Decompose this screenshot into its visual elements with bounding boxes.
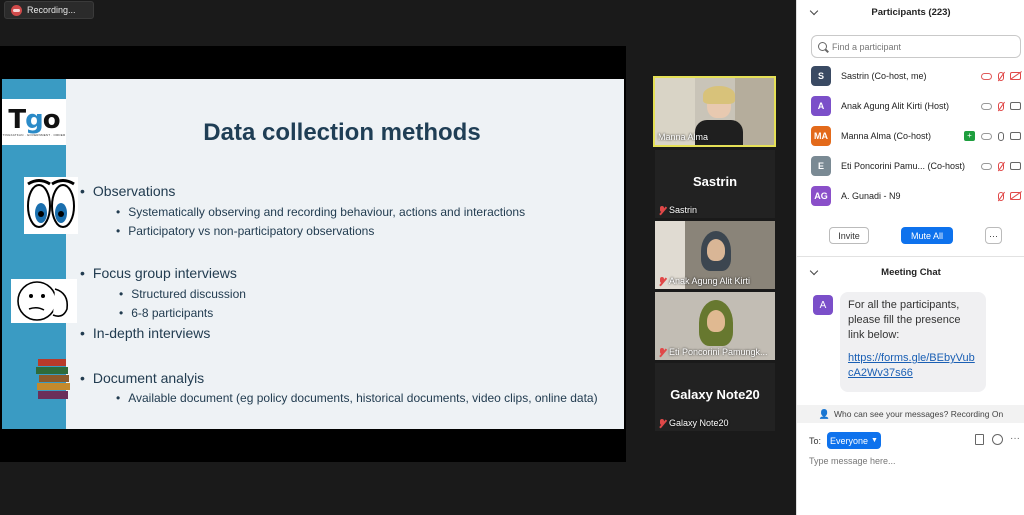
avatar: A: [811, 96, 831, 116]
avatar: MA: [811, 126, 831, 146]
tile-name: Galaxy Note20: [658, 418, 729, 428]
tile-big-name: Sastrin: [692, 174, 738, 189]
sub-bullet: Structured discussion: [119, 287, 246, 301]
avatar: AG: [811, 186, 831, 206]
chevron-down-icon[interactable]: [809, 6, 819, 16]
tile-name: Eti Poncorini Pamungk...: [658, 347, 768, 357]
thinking-face-clipart: [11, 279, 77, 323]
mic-muted-icon: [658, 418, 666, 428]
participant-name: A. Gunadi - N9: [841, 191, 901, 201]
mic-muted-icon[interactable]: [998, 71, 1004, 81]
mute-all-button[interactable]: Mute All: [901, 227, 953, 244]
participant-search-input[interactable]: Find a participant: [811, 35, 1021, 58]
bullet-focus-group: Focus group interviews: [80, 265, 237, 281]
tgo-logo: Tgo TINGKATKAN · GOVERNMENT · ORDER: [2, 99, 66, 145]
participant-row[interactable]: S Sastrin (Co-host, me): [811, 64, 1021, 88]
screen-share: Tgo TINGKATKAN · GOVERNMENT · ORDER Data…: [0, 46, 626, 462]
participant-name: Sastrin (Co-host, me): [841, 71, 927, 81]
mic-on-icon[interactable]: [998, 131, 1004, 141]
recording-indicator[interactable]: Recording...: [4, 1, 94, 19]
side-panel: Participants (223) Find a participant S …: [796, 0, 1024, 515]
cloud-recording-icon: [11, 4, 22, 16]
participant-row[interactable]: AG A. Gunadi - N9: [811, 184, 1021, 208]
participant-name: Manna Alma (Co-host): [841, 131, 932, 141]
sub-bullet: Participatory vs non-participatory obser…: [116, 224, 374, 238]
emoji-icon[interactable]: [992, 434, 1003, 445]
bullet-in-depth: In-depth interviews: [80, 325, 211, 341]
chat-sender-avatar: A: [813, 295, 833, 315]
more-options-button[interactable]: ···: [985, 227, 1002, 244]
participant-row[interactable]: A Anak Agung Alit Kirti (Host): [811, 94, 1021, 118]
chevron-down-icon[interactable]: [809, 266, 819, 276]
participants-header[interactable]: Participants (223): [797, 0, 1024, 24]
chat-input[interactable]: Type message here...: [809, 456, 896, 466]
cloud-recording-icon: [981, 102, 992, 110]
divider: [797, 256, 1024, 257]
mic-muted-icon: [658, 276, 666, 286]
sub-bullet: 6-8 participants: [119, 306, 213, 320]
video-on-icon[interactable]: [1010, 162, 1021, 170]
invite-button[interactable]: Invite: [829, 227, 869, 244]
slide-title: Data collection methods: [203, 119, 481, 146]
video-off-icon[interactable]: [1010, 192, 1021, 200]
to-label: To:: [809, 436, 822, 446]
bullet-observations: Observations: [80, 183, 175, 199]
video-tile-galaxy-note20[interactable]: Galaxy Note20 Galaxy Note20: [655, 363, 775, 431]
more-icon[interactable]: ···: [1010, 433, 1020, 444]
share-screen-icon: +: [964, 131, 975, 141]
avatar: E: [811, 156, 831, 176]
avatar: S: [811, 66, 831, 86]
participant-row[interactable]: E Eti Poncorini Pamu... (Co-host): [811, 154, 1021, 178]
video-tile-sastrin[interactable]: Sastrin Sastrin: [655, 150, 775, 218]
search-icon: [818, 42, 827, 51]
video-tile-manna-alma[interactable]: Manna Alma: [653, 76, 776, 147]
mic-muted-icon: [658, 347, 666, 357]
tile-big-name: Galaxy Note20: [670, 387, 760, 402]
bullet-document-analysis: Document analyis: [80, 370, 204, 386]
cloud-recording-icon: [981, 132, 992, 140]
recording-label: Recording...: [27, 5, 76, 15]
recipient-dropdown[interactable]: Everyone ▼: [827, 432, 881, 449]
video-tile-anak-agung[interactable]: Anak Agung Alit Kirti: [655, 221, 775, 289]
mic-muted-icon[interactable]: [998, 191, 1004, 201]
mic-muted-icon: [658, 205, 666, 215]
chevron-down-icon: ▼: [871, 437, 878, 444]
cloud-recording-icon: [981, 162, 992, 170]
presentation-slide: Tgo TINGKATKAN · GOVERNMENT · ORDER Data…: [2, 79, 624, 429]
sub-bullet: Available document (eg policy documents,…: [116, 391, 597, 405]
who-can-see-notice[interactable]: 👤 Who can see your messages? Recording O…: [797, 405, 1024, 423]
video-tile-eti-poncorini[interactable]: Eti Poncorini Pamungk...: [655, 292, 775, 360]
chat-link[interactable]: https://forms.gle/BEbyVubcA2Wv37s66: [848, 351, 978, 381]
video-on-icon[interactable]: [1010, 102, 1021, 110]
meeting-area: Recording... Tgo TINGKATKAN · GOVERNMENT…: [0, 0, 796, 515]
chat-message: For all the participants, please fill th…: [840, 292, 986, 392]
video-off-icon[interactable]: [1010, 72, 1021, 80]
books-clipart: [34, 355, 74, 405]
chat-header[interactable]: Meeting Chat: [797, 260, 1024, 284]
participant-row[interactable]: MA Manna Alma (Co-host) +: [811, 124, 1021, 148]
sub-bullet: Systematically observing and recording b…: [116, 205, 525, 219]
participant-name: Anak Agung Alit Kirti (Host): [841, 101, 950, 111]
video-on-icon[interactable]: [1010, 132, 1021, 140]
participant-name: Eti Poncorini Pamu... (Co-host): [841, 161, 966, 171]
tile-name: Sastrin: [658, 205, 697, 215]
file-icon[interactable]: [975, 434, 984, 445]
eyes-clipart: [24, 177, 78, 234]
cloud-recording-icon: [981, 72, 992, 80]
chat-message-text: For all the participants, please fill th…: [848, 299, 961, 341]
tile-name: Anak Agung Alit Kirti: [658, 276, 750, 286]
person-icon: 👤: [818, 408, 831, 419]
mic-muted-icon[interactable]: [998, 161, 1004, 171]
mic-muted-icon[interactable]: [998, 101, 1004, 111]
tile-name: Manna Alma: [658, 132, 709, 142]
